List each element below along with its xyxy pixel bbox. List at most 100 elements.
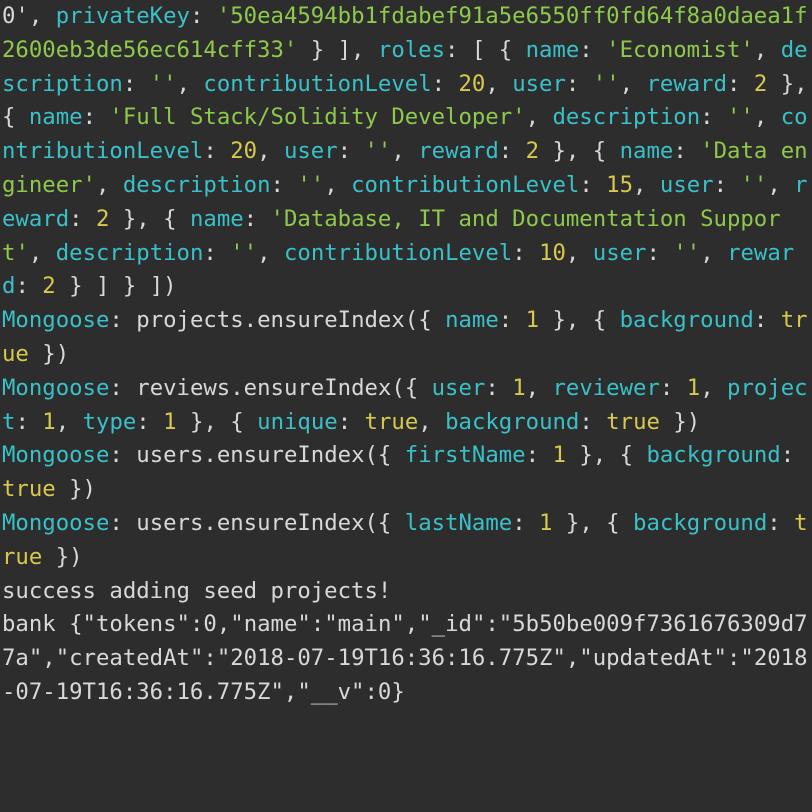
frag: : [767,510,794,536]
frag: : [123,71,150,97]
frag: }, { [552,510,633,536]
frag: ({ [405,307,445,333]
role1-name: Full Stack/Solidity Developer [123,104,512,130]
key-name: name [29,104,83,130]
frag: . [203,510,216,536]
ensureIndex: ensureIndex [217,442,365,468]
frag: }, { [566,442,647,468]
key-background: background [445,409,579,435]
frag: : [673,138,700,164]
key-user: user [593,240,647,266]
bank-name-key: name [244,611,298,637]
key-background: background [620,307,754,333]
key-background: background [646,442,780,468]
one: 1 [512,375,525,401]
frag: : [190,3,217,29]
frag: : [700,104,727,130]
role0-name: Economist [620,37,741,63]
bank-updatedAt-key: updatedAt [593,645,714,671]
frag: , [566,240,593,266]
mongoose-label: Mongoose [2,442,109,468]
role1-cl: 20 [230,138,257,164]
role3-cl: 10 [539,240,566,266]
frag: : [338,138,365,164]
one: 1 [539,510,552,536]
one: 1 [163,409,176,435]
frag: : [579,409,606,435]
key-description: description [552,104,700,130]
frag: : [203,138,230,164]
frag: : [660,375,687,401]
key-contribLevel: contributionLevel [351,172,579,198]
true: true [365,409,419,435]
frag: : [136,409,163,435]
key-firstName: firstName [405,442,526,468]
frag: : [714,172,741,198]
bank-tokens-key: tokens [96,611,177,637]
frag: ":" [472,611,512,637]
frag: : [203,240,230,266]
ensureIndex: ensureIndex [244,375,392,401]
frag: "," [270,679,310,705]
frag: : [579,37,606,63]
key-privateKey: privateKey [56,3,190,29]
bank-createdAt-key: createdAt [69,645,190,671]
frag: '' [593,71,620,97]
frag: , [324,172,351,198]
frag: 0' [2,3,29,29]
frag: , [526,104,553,130]
frag: } ], [297,37,378,63]
ensureIndex: ensureIndex [257,307,405,333]
key-roles: roles [378,37,445,63]
frag: : [499,307,526,333]
frag: , [257,240,284,266]
frag: , [177,71,204,97]
frag: }, { [539,307,620,333]
key-unique: unique [257,409,338,435]
frag: : [271,172,298,198]
key-contribLevel: contributionLevel [284,240,512,266]
key-user: user [512,71,566,97]
key-description: description [56,240,204,266]
frag: : [512,240,539,266]
one: 1 [526,307,539,333]
key-user: user [660,172,714,198]
bank-v-key: __v [311,679,351,705]
frag: ":" [190,645,230,671]
key-user: user [284,138,338,164]
frag: , [29,240,56,266]
one: 1 [42,409,55,435]
frag: : [15,273,42,299]
frag: '' [230,240,257,266]
frag: }, { [177,409,258,435]
frag: "," [29,645,69,671]
role2-cl: 15 [606,172,633,198]
bank-id-key: _id [432,611,472,637]
frag: "," [391,611,431,637]
bank-label: bank [2,611,56,637]
frag: ({ [365,442,405,468]
key-background: background [633,510,767,536]
frag: ' [284,37,297,63]
frag: , [29,3,56,29]
frag: ":" [714,645,754,671]
bank-createdAt: 2018-07-19T16:36:16.775Z [230,645,552,671]
key-name: name [620,138,674,164]
ensureIndex: ensureIndex [217,510,365,536]
frag: : [244,206,271,232]
frag: : [727,71,754,97]
frag: }, { [539,138,620,164]
frag: : [566,71,593,97]
terminal-output: 0', privateKey: '50ea4594bb1fdabef91a5e6… [0,0,812,710]
frag: : [579,172,606,198]
coll3: users [136,510,203,536]
frag: }) [660,409,700,435]
key-contribLevel: contributionLevel [203,71,431,97]
frag: ' [512,104,525,130]
bank-name: main [338,611,392,637]
frag: . [230,375,243,401]
frag: : [499,138,526,164]
frag: , [700,240,727,266]
frag: : [15,409,42,435]
frag: ": [177,611,204,637]
